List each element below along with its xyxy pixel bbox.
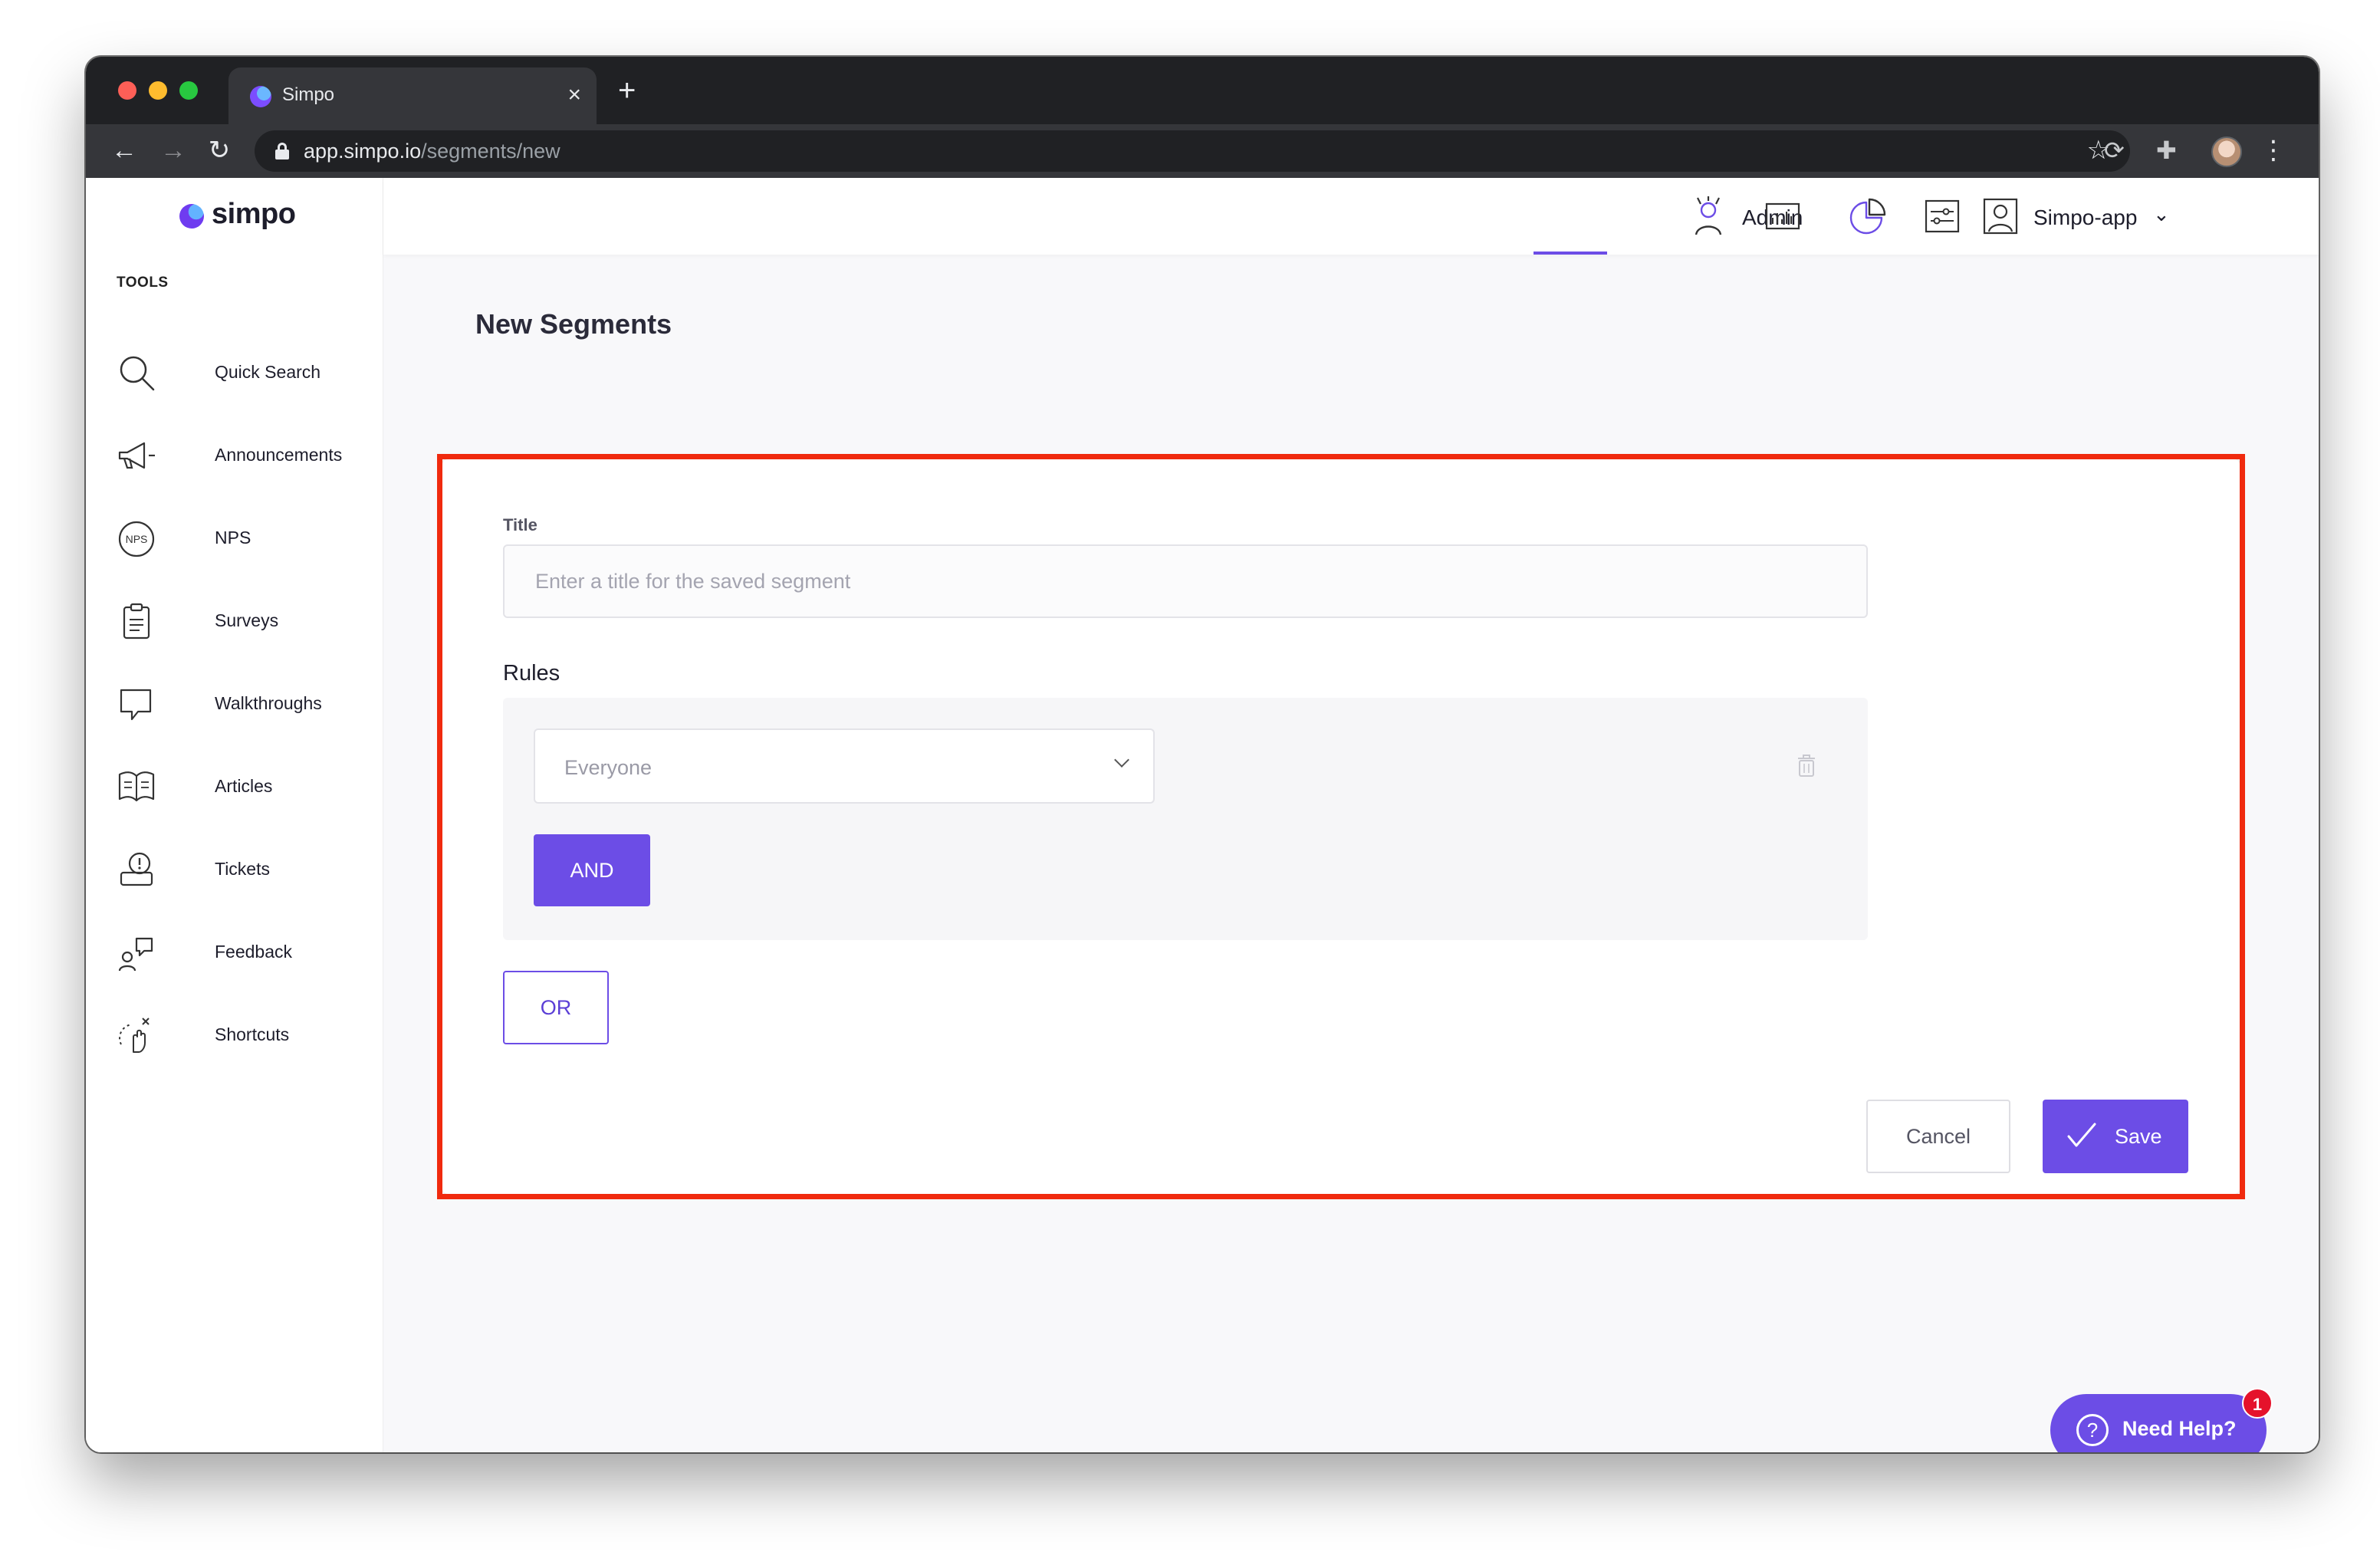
sidebar-item-tickets[interactable]: Tickets — [117, 842, 370, 896]
cancel-button[interactable]: Cancel — [1866, 1100, 2010, 1173]
sidebar-item-label: Shortcuts — [215, 1024, 290, 1044]
close-window-button[interactable] — [118, 81, 136, 100]
sidebar-item-label: Feedback — [215, 942, 293, 962]
admin-icon — [1695, 196, 1722, 235]
browser-tab[interactable]: Simpo × — [228, 67, 597, 124]
back-arrow-icon[interactable]: ← — [107, 133, 141, 167]
need-help-label: Need Help? — [2122, 1417, 2237, 1440]
megaphone-icon — [118, 442, 155, 469]
hand-pointer-icon — [119, 1018, 150, 1053]
sidebar-item-quick-search[interactable]: Quick Search — [117, 345, 370, 399]
sidebar-item-label: NPS — [215, 528, 251, 547]
screenshot-root: Simpo × + ← → ↻ app.simpo.io/segments/ne… — [0, 0, 2380, 1552]
browser-toolbar: ← → ↻ app.simpo.io/segments/new ☆ ⟳ ✚ ⋮ — [86, 124, 2319, 178]
chevron-down-icon: ⌄ — [2153, 202, 2170, 225]
sidebar-item-articles[interactable]: Articles — [117, 759, 370, 813]
rule-select-value: Everyone — [564, 756, 653, 779]
lock-icon — [274, 143, 290, 159]
profile-avatar[interactable] — [2211, 136, 2242, 167]
active-nav-indicator — [1534, 252, 1607, 255]
nps-icon: NPS — [118, 521, 155, 557]
reload-icon[interactable]: ↻ — [202, 133, 236, 167]
sidebar-item-label: Walkthroughs — [215, 693, 322, 713]
account-dropdown[interactable]: Simpo-app ⌄ — [1980, 195, 2179, 241]
sidebar-item-walkthroughs[interactable]: Walkthroughs — [117, 676, 370, 730]
app: simpo TOOLS Quick Search Announcements N… — [86, 178, 2319, 1452]
tools-section-label: TOOLS — [117, 275, 169, 291]
pie-chart-icon[interactable] — [1845, 195, 1891, 238]
question-mark-icon: ? — [2076, 1414, 2109, 1446]
sidebar-item-label: Quick Search — [215, 362, 321, 382]
page-title: New Segments — [475, 308, 672, 340]
simpo-logo-icon — [179, 204, 204, 229]
sidebar-item-shortcuts[interactable]: Shortcuts — [117, 1008, 370, 1061]
sidebar-item-announcements[interactable]: Announcements — [117, 428, 370, 482]
new-tab-button[interactable]: + — [618, 72, 636, 109]
rules-label: Rules — [503, 661, 560, 686]
browser-titlebar: Simpo × + — [86, 57, 2319, 124]
user-icon — [1983, 198, 2018, 235]
clipboard-icon — [123, 603, 150, 640]
feedback-icon — [118, 937, 153, 972]
need-help-button[interactable]: ? Need Help? — [2050, 1394, 2267, 1452]
url-path: /segments/new — [421, 140, 560, 163]
checkmark-icon — [2067, 1123, 2096, 1147]
browser-window: Simpo × + ← → ↻ app.simpo.io/segments/ne… — [86, 57, 2319, 1452]
svg-text:NPS: NPS — [126, 533, 148, 545]
save-button[interactable]: Save — [2043, 1100, 2188, 1173]
analytics-icon[interactable] — [1760, 195, 1806, 238]
title-field-label: Title — [503, 515, 537, 534]
account-label: Simpo-app — [2033, 206, 2138, 229]
sidebar-item-label: Tickets — [215, 859, 270, 879]
url-host: app.simpo.io — [304, 140, 422, 163]
or-button[interactable]: OR — [503, 971, 609, 1044]
extensions-puzzle-icon[interactable]: ✚ — [2156, 133, 2177, 167]
sidebar-item-label: Surveys — [215, 610, 279, 630]
sync-icon[interactable]: ⟳ — [2104, 133, 2125, 167]
minimize-window-button[interactable] — [149, 81, 167, 100]
simpo-favicon-icon — [250, 86, 271, 107]
sidebar-item-feedback[interactable]: Feedback — [117, 925, 370, 978]
url-text: app.simpo.io/segments/new — [304, 140, 560, 163]
notification-badge: 1 — [2242, 1388, 2273, 1419]
sidebar-item-surveys[interactable]: Surveys — [117, 594, 370, 647]
title-input[interactable] — [503, 544, 1868, 618]
sidebar-item-label: Articles — [215, 776, 273, 796]
settings-sliders-icon[interactable] — [1920, 195, 1966, 238]
top-header: Admin Simpo-app ⌄ — [383, 178, 2319, 255]
logo-text: simpo — [212, 198, 296, 230]
tab-title: Simpo — [282, 84, 335, 105]
book-icon — [118, 771, 155, 802]
rule-select[interactable]: Everyone — [534, 728, 1155, 804]
tab-close-icon[interactable]: × — [567, 81, 581, 109]
sidebar-item-nps[interactable]: NPS NPS — [117, 511, 370, 564]
trash-icon[interactable] — [1797, 755, 1816, 778]
search-icon — [120, 356, 155, 391]
sidebar: simpo TOOLS Quick Search Announcements N… — [86, 178, 383, 1452]
save-button-label: Save — [2115, 1125, 2162, 1148]
speech-bubble-icon — [120, 689, 152, 721]
browser-menu-icon[interactable]: ⋮ — [2260, 133, 2286, 167]
forward-arrow-icon[interactable]: → — [156, 133, 190, 167]
ticket-icon — [120, 852, 153, 886]
maximize-window-button[interactable] — [179, 81, 198, 100]
and-button[interactable]: AND — [534, 834, 650, 906]
address-bar[interactable]: app.simpo.io/segments/new ☆ — [255, 130, 2130, 172]
sidebar-item-label: Announcements — [215, 445, 343, 465]
chevron-down-icon — [1114, 752, 1129, 768]
